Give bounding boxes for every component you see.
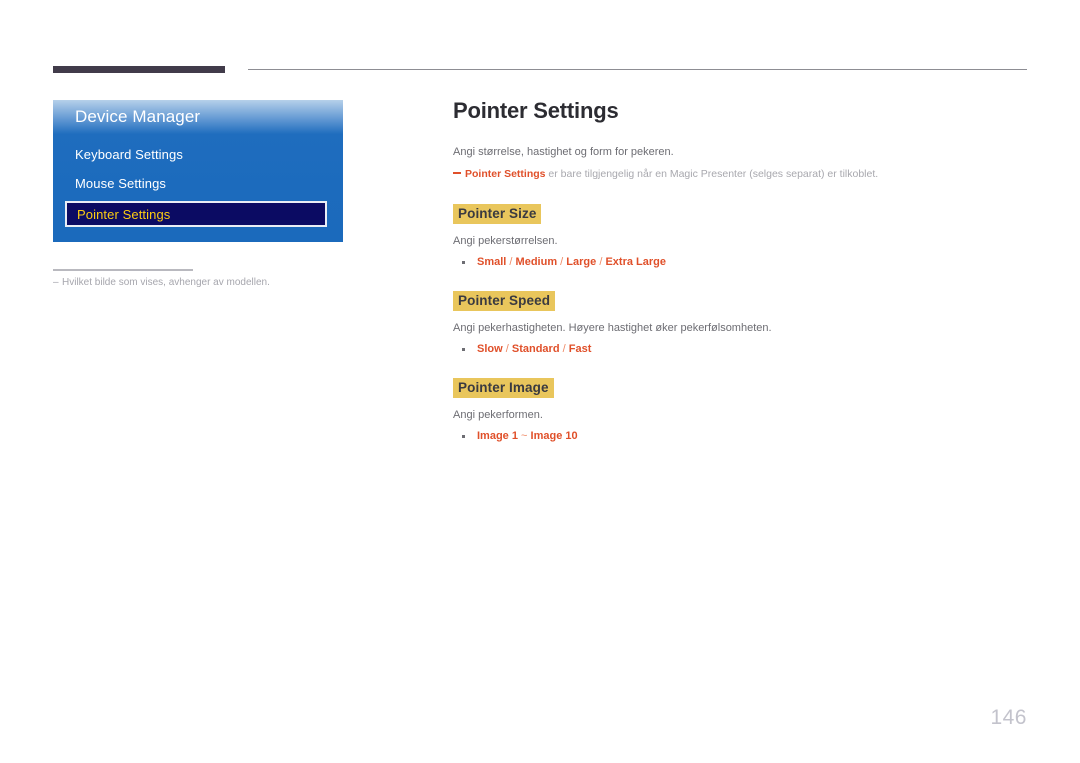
footnote-text: Hvilket bilde som vises, avhenger av mod…: [62, 277, 270, 288]
bullet-icon: [462, 348, 465, 351]
option-separator: /: [562, 343, 566, 355]
section-options-row: Image 1 ~ Image 10: [453, 428, 1033, 444]
option-separator: ~: [521, 430, 528, 442]
osd-panel-title: Device Manager: [75, 107, 201, 126]
option-separator: /: [560, 256, 564, 268]
option-item[interactable]: Standard: [512, 343, 560, 355]
intro-text: Angi størrelse, hastighet og form for pe…: [453, 146, 674, 158]
footnote-dash: –: [53, 277, 59, 288]
option-item[interactable]: Extra Large: [605, 256, 666, 268]
section-description: Angi pekerformen.: [453, 409, 543, 421]
header-divider-line: [248, 69, 1027, 70]
section-options-row: Slow / Standard / Fast: [453, 341, 1033, 357]
osd-menu-panel: Device Manager Keyboard Settings Mouse S…: [53, 100, 343, 242]
option-item[interactable]: Medium: [516, 256, 558, 268]
option-item[interactable]: Small: [477, 256, 506, 268]
option-item[interactable]: Image 1: [477, 430, 518, 442]
page-title: Pointer Settings: [453, 98, 619, 123]
section-heading: Pointer Speed: [453, 291, 556, 311]
option-item[interactable]: Fast: [569, 343, 592, 355]
osd-menu-item-label: Pointer Settings: [77, 207, 171, 222]
osd-menu-item-keyboard-settings[interactable]: Keyboard Settings: [75, 147, 183, 162]
section-pointer-image: Pointer Image Angi pekerformen. Image 1 …: [453, 378, 1033, 444]
option-separator: /: [505, 343, 509, 355]
osd-menu-item-pointer-settings-selected[interactable]: Pointer Settings: [65, 201, 327, 227]
section-options-row: Small / Medium / Large / Extra Large: [453, 254, 1033, 270]
footnote-divider: [53, 269, 193, 271]
page-number: 146: [990, 706, 1027, 729]
option-separator: /: [599, 256, 603, 268]
section-description: Angi pekerhastigheten. Høyere hastighet …: [453, 322, 772, 334]
option-item[interactable]: Image 10: [531, 430, 578, 442]
section-heading: Pointer Image: [453, 378, 554, 398]
section-pointer-size: Pointer Size Angi pekerstørrelsen. Small…: [453, 204, 1033, 270]
footnote: – Hvilket bilde som vises, avhenger av mo…: [53, 276, 343, 290]
availability-note: Pointer Settings er bare tilgjengelig nå…: [453, 166, 1033, 182]
content-area: Pointer Settings Angi størrelse, hastigh…: [453, 98, 1033, 465]
section-heading: Pointer Size: [453, 204, 542, 224]
header-accent-bar: [53, 66, 225, 73]
bullet-icon: [462, 261, 465, 264]
osd-menu-item-mouse-settings[interactable]: Mouse Settings: [75, 176, 166, 191]
note-emphasis: Pointer Settings: [465, 168, 546, 180]
note-dash-icon: [453, 172, 461, 174]
bullet-icon: [462, 435, 465, 438]
section-description: Angi pekerstørrelsen.: [453, 235, 558, 247]
option-item[interactable]: Slow: [477, 343, 503, 355]
option-item[interactable]: Large: [566, 256, 596, 268]
note-rest: er bare tilgjengelig når en Magic Presen…: [545, 168, 879, 180]
option-separator: /: [509, 256, 513, 268]
section-pointer-speed: Pointer Speed Angi pekerhastigheten. Høy…: [453, 291, 1033, 357]
